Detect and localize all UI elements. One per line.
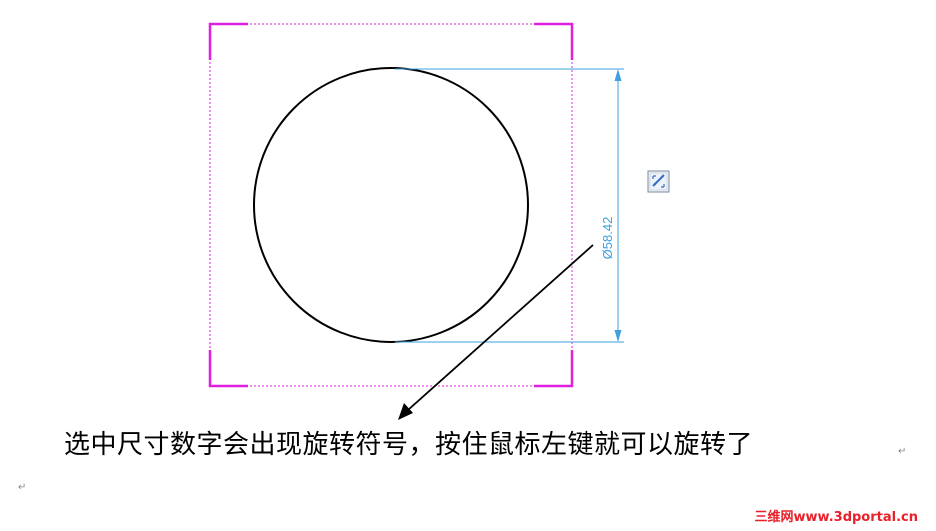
dimension-arrow-bottom bbox=[614, 330, 622, 342]
corner-bracket-top-left bbox=[208, 22, 248, 60]
dimension-value-text[interactable]: Ø58.42 bbox=[600, 217, 615, 260]
dimension-arrow-top bbox=[614, 69, 622, 81]
pointer-arrow bbox=[398, 244, 594, 420]
sketch-circle[interactable] bbox=[253, 67, 529, 343]
corner-bracket-bottom-right bbox=[534, 350, 574, 388]
sketch-bounding-box bbox=[208, 22, 574, 388]
paragraph-mark: ↵ bbox=[18, 482, 27, 493]
rotate-dimension-icon[interactable] bbox=[647, 170, 670, 193]
corner-bracket-bottom-left bbox=[208, 350, 248, 388]
instruction-caption: 选中尺寸数字会出现旋转符号，按住鼠标左键就可以旋转了 bbox=[64, 430, 754, 460]
paragraph-mark: ↵ bbox=[898, 446, 907, 457]
bounding-box-dotted bbox=[209, 23, 573, 387]
site-watermark: 三维网www.3dportal.cn bbox=[754, 510, 918, 525]
diameter-dimension[interactable]: Ø58.42 bbox=[395, 68, 624, 343]
corner-bracket-top-right bbox=[534, 22, 574, 60]
